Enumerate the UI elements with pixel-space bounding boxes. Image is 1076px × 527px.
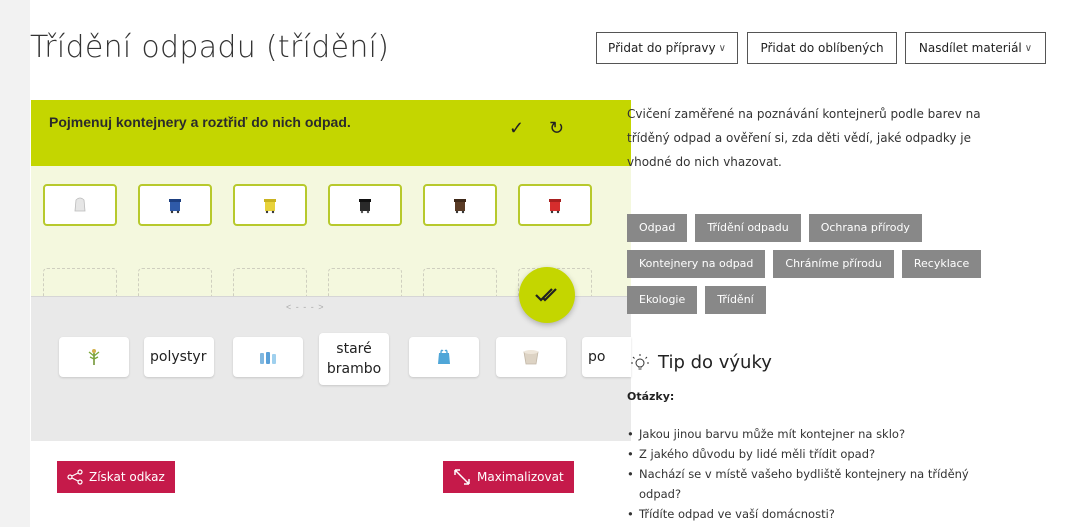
share-material-button[interactable]: Nasdílet materiál ∨	[905, 32, 1046, 64]
add-to-favorites-label: Přidat do oblíbených	[760, 41, 884, 55]
drop-slot[interactable]	[233, 268, 307, 296]
share-material-label: Nasdílet materiál	[918, 41, 1022, 55]
questions-list: Jakou jinou barvu může mít kontejner na …	[627, 424, 1007, 524]
bin-brown[interactable]	[423, 184, 497, 226]
questions-label: Otázky:	[627, 390, 675, 403]
list-item: Jakou jinou barvu může mít kontejner na …	[627, 424, 1007, 444]
bucket-icon	[523, 350, 539, 365]
item-card-line-2: brambo	[326, 361, 382, 377]
bottles-icon	[260, 352, 276, 364]
item-card-line-1: staré	[336, 341, 372, 357]
item-card[interactable]	[59, 337, 129, 377]
brown-bin-icon	[454, 199, 466, 214]
drop-slot[interactable]	[328, 268, 402, 296]
add-to-prep-label: Přidat do přípravy	[608, 41, 716, 55]
tag[interactable]: Ochrana přírody	[808, 214, 922, 242]
tag[interactable]: Ekologie	[627, 286, 698, 314]
item-card[interactable]	[233, 337, 303, 377]
chevron-down-icon: ∨	[718, 42, 726, 54]
item-card-label: polystyr	[150, 349, 207, 365]
page-title: Třídění odpadu (třídění)	[30, 30, 390, 65]
bin-black[interactable]	[328, 184, 402, 226]
item-card[interactable]: po	[582, 337, 631, 377]
exercise-header: Pojmenuj kontejnery a roztřiď do nich od…	[31, 100, 631, 166]
share-icon	[67, 469, 83, 485]
tag[interactable]: Odpad	[627, 214, 688, 242]
add-to-favorites-button[interactable]: Přidat do oblíbených	[747, 32, 897, 64]
drop-slot[interactable]	[423, 268, 497, 296]
chevron-down-icon: ∨	[1024, 42, 1033, 54]
maximize-label: Maximalizovat	[477, 470, 564, 484]
exercise-footer: Získat odkaz Maximalizovat	[31, 441, 631, 505]
drop-slot[interactable]	[138, 268, 212, 296]
expand-icon	[454, 469, 470, 485]
list-item: Nachází se v místě vašeho bydliště konte…	[627, 464, 1007, 504]
bin-white[interactable]	[43, 184, 117, 226]
yellow-bin-icon	[264, 199, 276, 214]
tip-header: Tip do výuky	[630, 352, 772, 373]
maximize-button[interactable]: Maximalizovat	[443, 461, 574, 493]
tag[interactable]: Třídění odpadu	[695, 214, 801, 242]
exercise-task: Pojmenuj kontejnery a roztřiď do nich od…	[49, 114, 351, 130]
get-link-button[interactable]: Získat odkaz	[57, 461, 175, 493]
blue-bin-icon	[169, 199, 181, 214]
black-bin-icon	[359, 199, 371, 214]
tag[interactable]: Kontejnery na odpad	[627, 250, 766, 278]
get-link-label: Získat odkaz	[89, 470, 165, 484]
bin-red[interactable]	[518, 184, 592, 226]
double-check-icon	[535, 288, 557, 302]
drop-slot[interactable]	[43, 268, 117, 296]
bin-yellow[interactable]	[233, 184, 307, 226]
scroll-hint: < - - - >	[286, 302, 325, 312]
item-card-label: po	[588, 349, 606, 365]
plastic-bag-icon	[438, 349, 450, 364]
tip-title: Tip do výuky	[658, 352, 772, 373]
reset-icon[interactable]: ↻	[549, 118, 564, 139]
tag[interactable]: Třídění	[705, 286, 766, 314]
red-bin-icon	[549, 199, 561, 214]
list-item: Z jakého důvodu by lidé měli třídit opad…	[627, 444, 1007, 464]
tag[interactable]: Recyklace	[901, 250, 982, 278]
exercise-app: Pojmenuj kontejnery a roztřiď do nich od…	[31, 100, 631, 505]
item-card[interactable]: polystyr	[144, 337, 214, 377]
item-card-label: staré brambo	[319, 339, 389, 379]
item-card[interactable]	[496, 337, 566, 377]
tag-list: Odpad Třídění odpadu Ochrana přírody Kon…	[627, 214, 1027, 314]
plant-icon	[88, 349, 100, 365]
tag[interactable]: Chráníme přírodu	[773, 250, 894, 278]
add-to-prep-button[interactable]: Přidat do přípravy ∨	[596, 32, 738, 64]
bin-blue[interactable]	[138, 184, 212, 226]
white-bin-icon	[74, 197, 86, 212]
evaluate-button[interactable]	[519, 267, 575, 323]
lightbulb-icon	[631, 353, 649, 369]
item-card[interactable]: staré brambo	[319, 333, 389, 385]
check-icon[interactable]: ✓	[509, 118, 524, 139]
item-card[interactable]	[409, 337, 479, 377]
material-description: Cvičení zaměřené na poznávání kontejnerů…	[627, 107, 981, 169]
list-item: Třídíte odpad ve vaší domácnosti?	[627, 504, 1007, 524]
